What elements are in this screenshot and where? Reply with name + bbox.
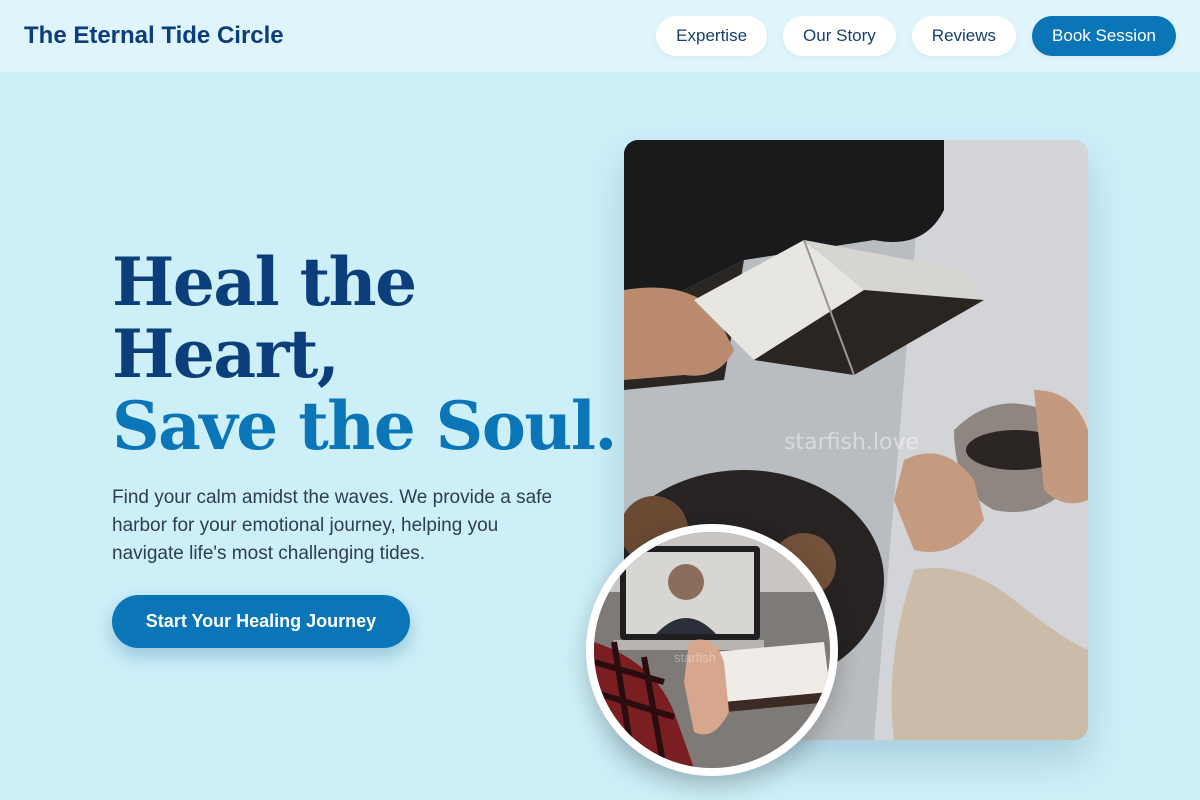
nav-reviews-link[interactable]: Reviews [911,16,1017,56]
top-navigation-bar: The Eternal Tide Circle Expertise Our St… [0,0,1200,72]
video-call-photo: starfish [586,524,838,776]
main-photo-watermark: starfish.love [784,430,919,455]
nav-expertise-link[interactable]: Expertise [656,16,768,56]
hero-title-line-2: Heart, [112,315,340,393]
hero-description: Find your calm amidst the waves. We prov… [112,487,553,564]
main-nav: Expertise Our Story Reviews Book Session [656,16,1176,56]
hero-title-line-3: Save the Soul. [112,387,617,465]
hero-title: Heal the Heart, Save the Soul. [112,243,617,465]
book-session-button[interactable]: Book Session [1032,16,1176,56]
nav-our-story-link[interactable]: Our Story [783,16,896,56]
hero-title-line-1: Heal the [112,243,417,321]
circle-photo-watermark: starfish [674,650,716,665]
brand-logo-text[interactable]: The Eternal Tide Circle [24,22,284,50]
start-healing-journey-button[interactable]: Start Your Healing Journey [112,595,410,648]
